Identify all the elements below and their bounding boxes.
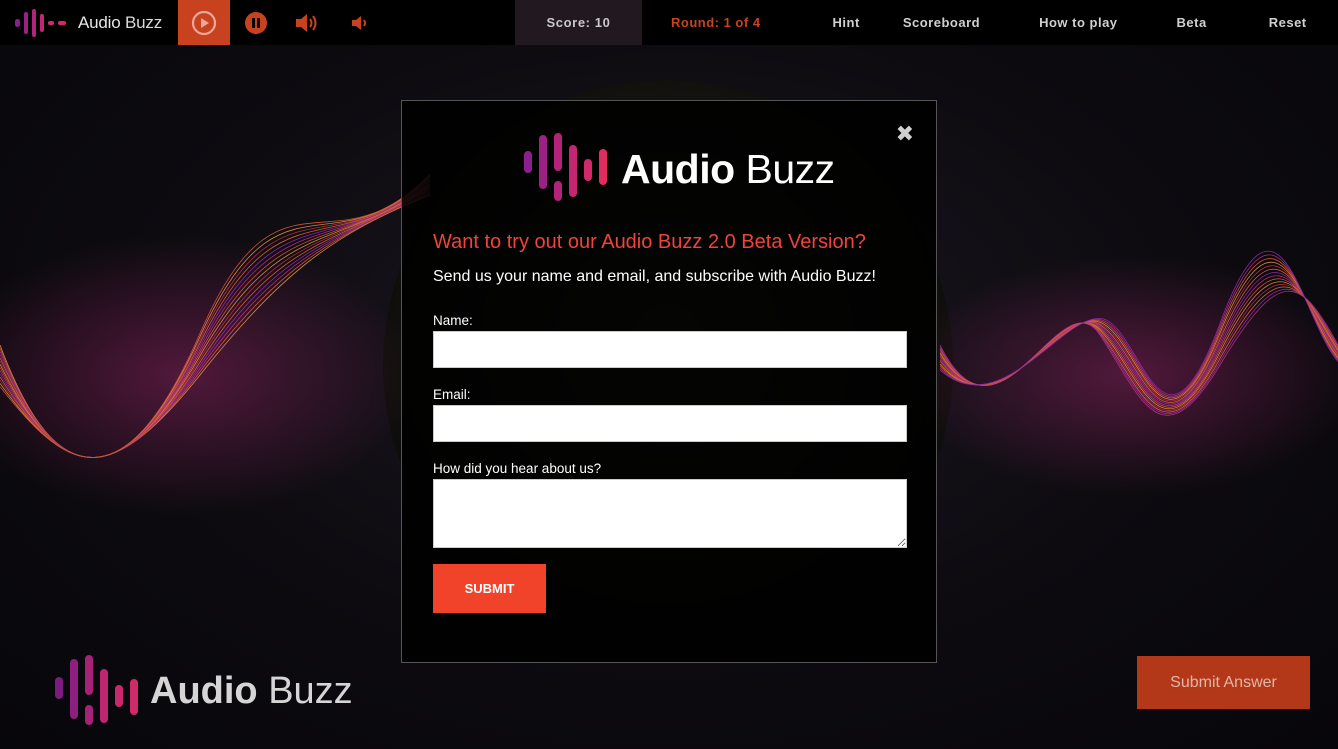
- nav-item-beta[interactable]: Beta: [1177, 0, 1207, 45]
- volume-up-icon: [296, 13, 317, 32]
- footer-logo: Audio Buzz: [54, 655, 353, 727]
- submit-answer-button[interactable]: Submit Answer: [1137, 656, 1310, 709]
- email-label: Email:: [433, 387, 471, 402]
- nav-item-scoreboard[interactable]: Scoreboard: [903, 0, 980, 45]
- volume-up-button[interactable]: [282, 0, 334, 45]
- sound-bars-icon: [15, 8, 66, 37]
- sound-bars-icon: [55, 655, 138, 725]
- modal-heading: Want to try out our Audio Buzz 2.0 Beta …: [433, 231, 866, 253]
- name-label: Name:: [433, 313, 473, 328]
- close-icon[interactable]: ✖: [896, 123, 914, 145]
- sound-bars-icon: [524, 133, 607, 201]
- top-navigation-bar: Audio Buzz Score: 10 Round: 1 of 4 Hint …: [0, 0, 1338, 45]
- submit-button[interactable]: SUBMIT: [433, 564, 546, 613]
- nav-item-hint[interactable]: Hint: [833, 0, 860, 45]
- source-label: How did you hear about us?: [433, 461, 602, 476]
- footer-logo-text: Audio Buzz: [150, 669, 353, 712]
- modal-logo: Audio Buzz: [523, 133, 835, 205]
- score-display: Score: 10: [515, 0, 642, 45]
- volume-down-icon: [352, 15, 366, 30]
- nav-item-reset[interactable]: Reset: [1269, 0, 1307, 45]
- source-textarea[interactable]: [433, 479, 907, 548]
- play-button[interactable]: [178, 0, 230, 45]
- email-input[interactable]: [433, 405, 907, 442]
- beta-signup-modal: ✖ Audio Buzz Want to try out our Audio B…: [401, 100, 937, 663]
- brand-logo[interactable]: Audio Buzz: [0, 0, 178, 45]
- round-indicator: Round: 1 of 4: [671, 15, 761, 30]
- modal-subheading: Send us your name and email, and subscri…: [433, 268, 876, 285]
- brand-name: Audio Buzz: [78, 12, 163, 32]
- nav-item-how-to-play[interactable]: How to play: [1039, 0, 1117, 45]
- name-input[interactable]: [433, 331, 907, 368]
- modal-logo-text: Audio Buzz: [621, 145, 835, 192]
- volume-down-button[interactable]: [334, 0, 386, 45]
- nav-menu: Round: 1 of 4 Hint Scoreboard How to pla…: [642, 0, 1307, 45]
- pause-button[interactable]: [230, 0, 282, 45]
- pause-icon: [245, 11, 267, 34]
- nav-spacer: [386, 0, 515, 45]
- play-icon: [191, 10, 217, 35]
